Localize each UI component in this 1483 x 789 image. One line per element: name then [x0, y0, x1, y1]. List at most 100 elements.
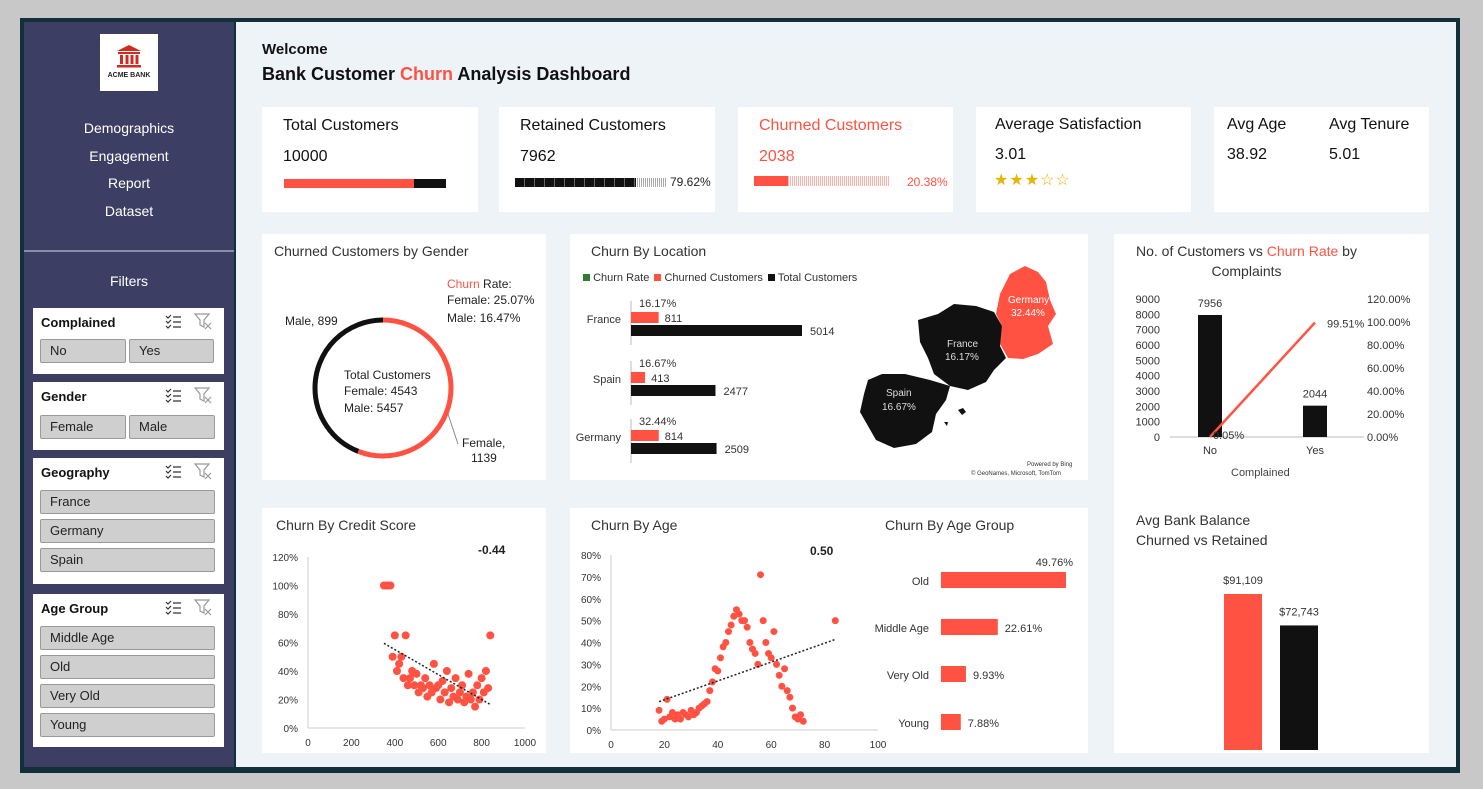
scatter-point [789, 704, 797, 712]
female-label-1: Female, [462, 436, 506, 450]
kpi-total-customers: Total Customers 10000 [262, 107, 478, 212]
y-axis-tick: 70% [581, 573, 601, 584]
scatter-point [797, 711, 805, 719]
slicer-item-france[interactable]: France [40, 490, 215, 514]
nav-demographics[interactable]: Demographics [24, 120, 234, 136]
main-area: Welcome Bank Customer Churn Analysis Das… [236, 22, 1456, 767]
multi-select-icon[interactable] [164, 312, 182, 330]
clear-filter-icon[interactable] [194, 598, 212, 616]
slicer-title: Age Group [41, 601, 109, 616]
x-axis-tick: No [1203, 445, 1217, 457]
slicer-geography: Geography France Germany Spain [33, 458, 224, 584]
rating-stars-icon: ★★★☆☆ [994, 172, 1071, 189]
slicer-item-middle-age[interactable]: Middle Age [40, 626, 215, 650]
male-label: Male, 899 [285, 314, 338, 328]
location-total-label: 2477 [723, 386, 747, 398]
y2-axis-tick: 60.00% [1367, 363, 1405, 375]
title-accent: Churn [400, 64, 454, 84]
sidebar-divider [24, 250, 234, 252]
slicer-item-male[interactable]: Male [129, 415, 215, 439]
scatter-point [438, 676, 447, 685]
map-credit-2: © GeoNames, Microsoft, TomTom [971, 471, 1061, 477]
slicer-item-no[interactable]: No [40, 339, 126, 363]
kpi-avg-age-tenure: Avg Age 38.92 Avg Tenure 5.01 [1214, 107, 1429, 212]
scatter-point [421, 674, 430, 683]
x-axis-tick: 800 [473, 738, 490, 749]
slicer-gender: Gender Female Male [33, 382, 224, 450]
clear-filter-icon[interactable] [194, 386, 212, 404]
agegroup-category-label: Young [898, 718, 929, 730]
multi-select-icon[interactable] [164, 462, 182, 480]
location-total-label: 2509 [725, 444, 749, 456]
kpi-retained-customers: Retained Customers 7962 79.62% [499, 107, 715, 212]
kpi-label: Churned Customers [759, 117, 903, 134]
y-axis-tick: 80% [278, 610, 298, 621]
slicer-complained: Complained No Yes [33, 308, 224, 374]
location-total-bar [631, 443, 717, 454]
scatter-point [757, 571, 765, 579]
scatter-point [722, 639, 730, 646]
balance-bar-label: $91,109 [1223, 575, 1263, 587]
slicer-item-germany[interactable]: Germany [40, 519, 215, 543]
y-axis-tick: 50% [581, 617, 601, 628]
scatter-point [724, 628, 732, 636]
complaints-bar-label: 7956 [1198, 298, 1222, 310]
kpi-value: 10000 [283, 148, 328, 165]
balance-bar [1224, 594, 1262, 750]
slicer-item-young[interactable]: Young [40, 713, 215, 737]
scatter-point [473, 681, 482, 690]
kpi-bar-track [515, 178, 667, 187]
location-category-label: Germany [576, 432, 622, 444]
complaints-bar-label: 2044 [1303, 389, 1327, 401]
multi-select-icon[interactable] [164, 386, 182, 404]
title-pre: Bank Customer [262, 64, 401, 84]
scatter-point [751, 649, 759, 657]
slicer-item-very-old[interactable]: Very Old [40, 684, 215, 708]
scatter-point [727, 621, 735, 629]
slicer-age-group: Age Group Middle Age Old Very Old Young [33, 594, 224, 747]
clear-filter-icon[interactable] [194, 462, 212, 480]
scatter-point [799, 717, 807, 725]
y2-axis-tick: 120.00% [1367, 294, 1411, 306]
slicer-item-yes[interactable]: Yes [129, 339, 214, 363]
nav-dataset[interactable]: Dataset [24, 203, 234, 219]
complaints-churn-rate-line [1209, 321, 1316, 438]
nav-engagement[interactable]: Engagement [24, 148, 234, 164]
scatter-point [783, 687, 791, 695]
bank-logo[interactable]: ACME BANK [100, 34, 158, 91]
location-total-bar [631, 325, 802, 336]
slicer-item-old[interactable]: Old [40, 655, 215, 679]
kpi-bar-fill [515, 178, 637, 187]
x-axis-tick: 80 [819, 740, 831, 751]
slicer-item-spain[interactable]: Spain [40, 548, 215, 572]
scatter-point [468, 688, 477, 697]
sidebar: ACME BANK Demographics Engagement Report… [24, 22, 234, 767]
multi-select-icon[interactable] [164, 598, 182, 616]
x-axis-tick: 20 [659, 740, 671, 751]
x-axis-tick: 100 [870, 740, 887, 751]
slicer-item-female[interactable]: Female [40, 415, 126, 439]
slicer-title: Gender [41, 389, 87, 404]
age-svg: 80% 70% 60% 50% 40% 30% 20% 10% 0% 0 20 40 60 80 100 Ol… [581, 551, 1073, 751]
logo-text: ACME BANK [107, 72, 151, 79]
y-axis-tick: 20% [278, 696, 298, 707]
complaints-customers-bar [1303, 405, 1327, 437]
donut-center-male: Male: 5457 [344, 401, 404, 415]
map-label-france: France [947, 339, 979, 350]
kpi-label-age: Avg Age [1227, 116, 1287, 133]
map-label-germany: Germany [1008, 295, 1050, 306]
location-rate-label: 16.17% [639, 298, 677, 310]
y2-axis-tick: 40.00% [1367, 386, 1405, 398]
x-axis-tick: 0 [608, 740, 614, 751]
y-axis-tick: 40% [278, 667, 298, 678]
scatter-point [831, 617, 839, 625]
scatter-point [447, 684, 456, 693]
agegroup-bar-label: 9.93% [973, 670, 1004, 682]
title-post: Analysis Dashboard [453, 64, 631, 84]
clear-filter-icon[interactable] [194, 312, 212, 330]
location-rate-label: 32.44% [639, 416, 677, 428]
balance-bar-label: $72,743 [1279, 606, 1319, 618]
kpi-average-satisfaction: Average Satisfaction 3.01 ★★★☆☆ [976, 107, 1191, 212]
nav-report[interactable]: Report [24, 175, 234, 191]
kpi-value: 3.01 [995, 146, 1027, 163]
